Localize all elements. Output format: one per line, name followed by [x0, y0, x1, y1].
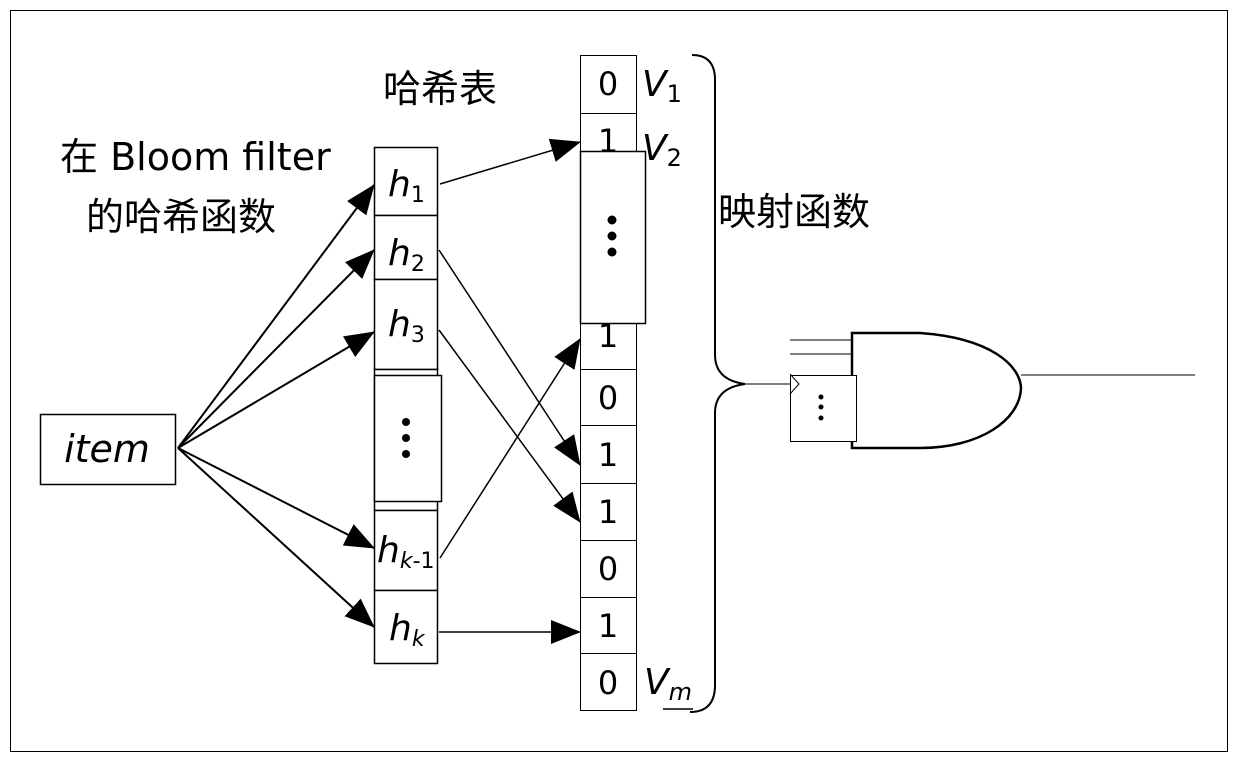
svg-text:1: 1 [598, 436, 618, 474]
arrow-item-hk [177, 447, 375, 628]
and-gate-body [850, 331, 1023, 450]
svg-text:1: 1 [598, 493, 618, 531]
bit-label-v1: V1 [642, 64, 682, 108]
bit-ellipsis-box [579, 150, 647, 325]
hash-table-label: 哈希表 [383, 67, 497, 111]
gate-input-box [790, 375, 857, 442]
hash-function-column [373, 146, 443, 665]
arrow-h2-bit [438, 249, 581, 466]
item-node: item [39, 413, 177, 486]
arrow-item-hk-1 [177, 447, 375, 549]
item-label: item [64, 427, 150, 471]
mapping-brace [689, 54, 746, 713]
item-to-hash-arrows [177, 184, 375, 628]
hash-to-bit-arrows [438, 138, 581, 644]
svg-text:0: 0 [598, 550, 618, 588]
svg-text:0: 0 [598, 664, 618, 702]
svg-text:0: 0 [598, 379, 618, 417]
and-gate [789, 331, 1195, 450]
arrow-h1-bit [439, 138, 581, 185]
hash-functions-label-line2: 的哈希函数 [86, 195, 276, 239]
svg-text:1: 1 [598, 607, 618, 645]
bloom-filter-diagram: 在 Bloom filter 的哈希函数 哈希表 映射函数 item h1 h2… [10, 10, 1228, 752]
svg-text:0: 0 [598, 65, 618, 103]
hash-ellipsis-dots [402, 418, 410, 458]
hash-functions-label-line1: 在 Bloom filter [60, 135, 331, 179]
bit-label-vm: Vm [644, 662, 692, 706]
bit-label-v2: V2 [642, 128, 682, 172]
arrow-hk-1-bit [439, 338, 581, 559]
mapping-function-label: 映射函数 [718, 190, 870, 234]
